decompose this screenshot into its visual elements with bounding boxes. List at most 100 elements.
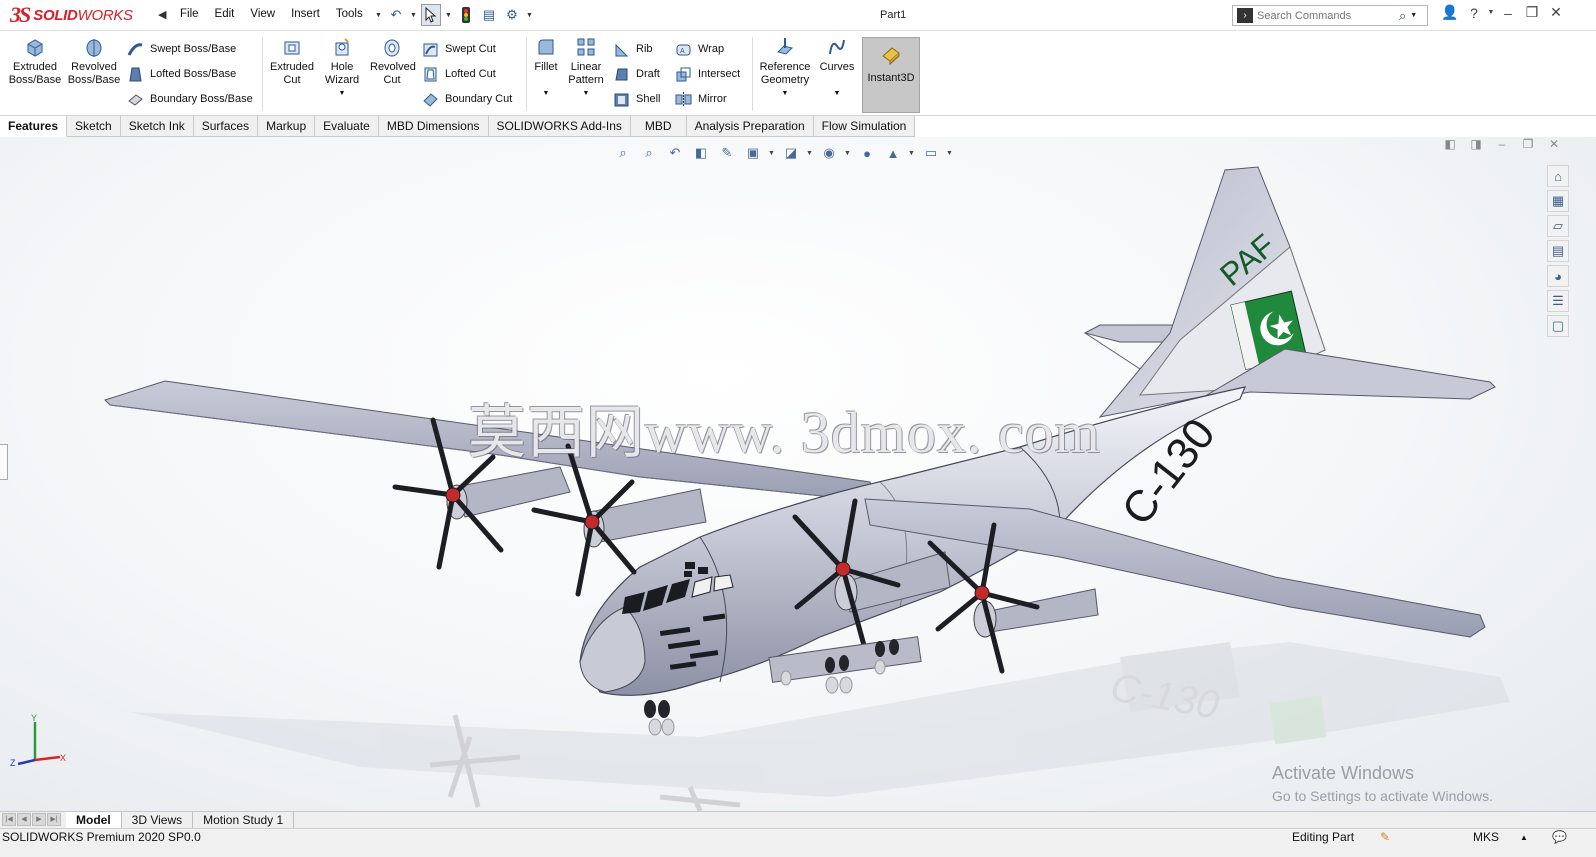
options-dropdown-icon[interactable]: ▼	[525, 4, 534, 26]
cursor-icon[interactable]	[421, 4, 441, 26]
zoom-to-area-icon[interactable]: ⌕	[638, 143, 660, 163]
tab-markup[interactable]: Markup	[258, 116, 316, 137]
viewport-restore-icon[interactable]: ❐	[1518, 137, 1538, 151]
tab-mbd-dimensions[interactable]: MBD Dimensions	[378, 116, 489, 137]
rib-button[interactable]: Rib	[612, 39, 653, 59]
tab-motion-study-1[interactable]: Motion Study 1	[193, 812, 295, 828]
zoom-to-fit-icon[interactable]: ⌕	[612, 143, 634, 163]
search-input[interactable]	[1257, 9, 1397, 22]
pin-dropdown-icon[interactable]: ▼	[374, 4, 383, 26]
display-style-dropdown-icon[interactable]: ▼	[806, 150, 814, 157]
menu-collapse-arrow-icon[interactable]: ◀	[158, 8, 168, 22]
view-settings-dropdown-icon[interactable]: ▼	[946, 150, 954, 157]
shell-button[interactable]: Shell	[612, 89, 660, 109]
draft-button[interactable]: Draft	[612, 64, 660, 84]
minimize-icon[interactable]: –	[1496, 5, 1520, 21]
last-tab-icon[interactable]: ▶|	[47, 812, 61, 826]
gear-icon[interactable]: ⚙	[502, 4, 522, 26]
hole-wizard-button[interactable]: Hole Wizard ▼	[320, 35, 364, 101]
reference-geometry-button[interactable]: Reference Geometry ▼	[756, 35, 814, 101]
tab-sketch-ink[interactable]: Sketch Ink	[120, 116, 194, 137]
fillet-dropdown-icon[interactable]: ▼	[543, 88, 550, 101]
search-dropdown-icon[interactable]: ▼	[1410, 12, 1417, 19]
file-explorer-icon[interactable]: ▱	[1547, 215, 1569, 237]
tab-sketch[interactable]: Sketch	[67, 116, 121, 137]
menu-file[interactable]: File	[172, 8, 207, 20]
viewport-close-icon[interactable]: ✕	[1544, 137, 1564, 151]
edit-appearance-icon[interactable]: ●	[856, 143, 878, 163]
hide-show-items-icon[interactable]: ◉	[818, 143, 840, 163]
boundary-boss-button[interactable]: Boundary Boss/Base	[126, 89, 253, 109]
units-text[interactable]: MKS	[1473, 830, 1499, 844]
next-tab-icon[interactable]: ▶	[32, 812, 46, 826]
tab-model[interactable]: Model	[66, 812, 122, 828]
mirror-button[interactable]: Mirror	[674, 89, 727, 109]
tab-features[interactable]: Features	[0, 116, 68, 137]
comment-icon[interactable]: 💬	[1552, 830, 1567, 844]
search-commands-box[interactable]: › ⌕ ▼	[1232, 5, 1428, 26]
help-dropdown-icon[interactable]: ▼	[1486, 9, 1496, 16]
tab-analysis-preparation[interactable]: Analysis Preparation	[686, 116, 814, 137]
close-icon[interactable]: ✕	[1544, 4, 1568, 21]
extruded-boss-button[interactable]: Extruded Boss/Base	[8, 35, 62, 86]
boundary-cut-button[interactable]: Boundary Cut	[421, 89, 512, 109]
hole-wizard-dropdown-icon[interactable]: ▼	[339, 88, 346, 101]
swept-boss-button[interactable]: Swept Boss/Base	[126, 39, 236, 59]
dynamic-annotation-icon[interactable]: ✎	[716, 143, 738, 163]
hide-show-dropdown-icon[interactable]: ▼	[844, 150, 852, 157]
fillet-button[interactable]: Fillet ▼	[528, 35, 564, 100]
tile-left-icon[interactable]: ◧	[1440, 137, 1460, 151]
lofted-boss-button[interactable]: Lofted Boss/Base	[126, 64, 236, 84]
appearances-icon[interactable]: ◕	[1547, 265, 1569, 287]
linear-pattern-button[interactable]: Linear Pattern ▼	[566, 35, 606, 101]
solidworks-resources-icon[interactable]: ⌂	[1547, 165, 1569, 187]
graphics-area[interactable]: C-130 PAF C-130 ⌕ ⌕ ↶ ◧ ✎ ▣ ▼ ◪ ▼ ◉ ▼ ● …	[0, 137, 1596, 811]
tab-solidworks-add-ins[interactable]: SOLIDWORKS Add-Ins	[488, 116, 631, 137]
intersect-button[interactable]: Intersect	[674, 64, 740, 84]
solidworks-logo[interactable]: 3S SOLIDWORKS	[10, 2, 150, 28]
tab-flow-simulation[interactable]: Flow Simulation	[813, 116, 916, 137]
aircraft-model[interactable]: C-130 PAF C-130	[0, 137, 1596, 811]
tab-evaluate[interactable]: Evaluate	[315, 116, 379, 137]
tab-3d-views[interactable]: 3D Views	[122, 812, 194, 828]
wrap-button[interactable]: A Wrap	[674, 39, 724, 59]
revolved-boss-button[interactable]: Revolved Boss/Base	[66, 35, 122, 86]
extruded-cut-button[interactable]: Extruded Cut	[266, 35, 318, 86]
file-properties-icon[interactable]: ▤	[479, 4, 499, 26]
view-orientation-icon[interactable]: ▣	[742, 143, 764, 163]
display-style-icon[interactable]: ◪	[780, 143, 802, 163]
restore-icon[interactable]: ❐	[1520, 4, 1544, 21]
apply-scene-icon[interactable]: ▲	[882, 143, 904, 163]
first-tab-icon[interactable]: |◀	[2, 812, 16, 826]
instant3d-button[interactable]: Instant3D	[862, 37, 920, 113]
user-icon[interactable]: 👤	[1438, 4, 1462, 21]
forum-icon[interactable]: ▢	[1547, 315, 1569, 337]
help-icon[interactable]: ?	[1462, 5, 1486, 21]
menu-insert[interactable]: Insert	[283, 8, 328, 20]
menu-tools[interactable]: Tools	[328, 8, 371, 20]
reference-geometry-dropdown-icon[interactable]: ▼	[782, 88, 789, 101]
custom-properties-icon[interactable]: ☰	[1547, 290, 1569, 312]
design-library-icon[interactable]: ▦	[1547, 190, 1569, 212]
tile-right-icon[interactable]: ◨	[1466, 137, 1486, 151]
rebuild-status-icon[interactable]: ✎	[1380, 830, 1390, 844]
view-orientation-dropdown-icon[interactable]: ▼	[768, 150, 776, 157]
units-dropdown-icon[interactable]: ▲	[1520, 833, 1528, 842]
prev-tab-icon[interactable]: ◀	[17, 812, 31, 826]
rebuild-light-icon[interactable]	[456, 4, 476, 26]
viewport-minimize-icon[interactable]: –	[1492, 137, 1512, 151]
curves-dropdown-icon[interactable]: ▼	[834, 88, 841, 101]
view-settings-icon[interactable]: ▭	[920, 143, 942, 163]
menu-view[interactable]: View	[242, 8, 283, 20]
undo-icon[interactable]: ↶	[386, 4, 406, 26]
undo-dropdown-icon[interactable]: ▼	[409, 4, 418, 26]
tab-surfaces[interactable]: Surfaces	[193, 116, 259, 137]
linear-pattern-dropdown-icon[interactable]: ▼	[583, 88, 590, 101]
tab-mbd[interactable]: MBD	[630, 116, 687, 137]
section-view-icon[interactable]: ◧	[690, 143, 712, 163]
revolved-cut-button[interactable]: Revolved Cut	[368, 35, 416, 86]
curves-button[interactable]: Curves ▼	[818, 35, 856, 100]
swept-cut-button[interactable]: Swept Cut	[421, 39, 496, 59]
select-dropdown-icon[interactable]: ▼	[444, 4, 453, 26]
lofted-cut-button[interactable]: Lofted Cut	[421, 64, 496, 84]
